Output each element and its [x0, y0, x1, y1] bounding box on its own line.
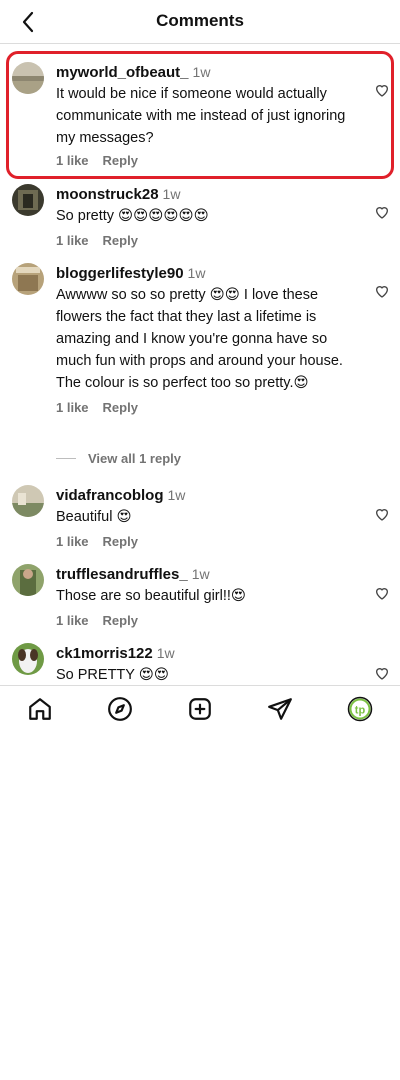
tab-home[interactable] [26, 695, 54, 723]
heart-icon[interactable] [374, 283, 390, 299]
comment-text: So PRETTY 😍😍 [56, 667, 169, 683]
view-replies-button[interactable]: View all 1 reply [56, 451, 181, 466]
avatar[interactable] [12, 62, 44, 94]
comment-time: 1w [162, 186, 181, 202]
like-count[interactable]: 1 like [56, 153, 89, 168]
reply-button[interactable]: Reply [103, 534, 138, 549]
heart-icon[interactable] [374, 585, 390, 601]
comment-username[interactable]: moonstruck28 [56, 186, 159, 203]
comment-text: Beautiful 😍 [56, 509, 132, 525]
comment-time: 1w [191, 566, 210, 582]
explore-icon [108, 696, 132, 721]
profile-avatar: tp [347, 696, 373, 721]
avatar[interactable] [12, 485, 44, 517]
heart-icon[interactable] [374, 506, 390, 522]
comment-username[interactable]: vidafrancoblog [56, 487, 164, 504]
avatar[interactable] [12, 184, 44, 216]
comment-text: So pretty 😍😍😍😍😍😍 [56, 208, 209, 224]
new-post-icon [189, 697, 211, 720]
reply-button[interactable]: Reply [103, 153, 138, 168]
tab-new-post[interactable] [186, 695, 214, 723]
direct-message-icon [268, 697, 292, 720]
comment-item: ck1morris122 1w So PRETTY 😍😍 [0, 643, 400, 685]
reply-button[interactable]: Reply [103, 233, 138, 248]
comment-time: 1w [167, 487, 186, 503]
comment-username[interactable]: bloggerlifestyle90 [56, 265, 184, 282]
heart-icon[interactable] [374, 665, 390, 681]
divider [56, 458, 76, 459]
comment-time: 1w [156, 645, 175, 661]
page-title: Comments [156, 11, 244, 30]
like-count[interactable]: 1 like [56, 400, 89, 415]
avatar[interactable] [12, 263, 44, 295]
comment-username[interactable]: ck1morris122 [56, 645, 153, 662]
avatar[interactable] [12, 643, 44, 675]
tab-profile[interactable]: tp [346, 695, 374, 723]
reply-button[interactable]: Reply [103, 613, 138, 628]
comment-text: Those are so beautiful girl!!😍 [56, 588, 247, 604]
view-replies-label: View all 1 reply [88, 451, 181, 466]
comment-text: Awwww so so so pretty 😍😍 I love these fl… [56, 287, 343, 391]
like-count[interactable]: 1 like [56, 613, 89, 628]
tab-direct-messages[interactable] [266, 695, 294, 723]
like-count[interactable]: 1 like [56, 534, 89, 549]
like-count[interactable]: 1 like [56, 233, 89, 248]
heart-icon[interactable] [374, 204, 390, 220]
header: Comments [0, 0, 400, 44]
heart-icon[interactable] [374, 82, 390, 98]
tab-explore[interactable] [106, 695, 134, 723]
home-icon [29, 697, 51, 720]
avatar[interactable] [12, 564, 44, 596]
reply-button[interactable]: Reply [103, 400, 138, 415]
bottom-tab-bar: tp [0, 685, 400, 731]
comment-text: It would be nice if someone would actual… [56, 86, 346, 146]
comment-time: 1w [192, 64, 211, 80]
comment-username[interactable]: myworld_ofbeaut_ [56, 64, 189, 81]
comment-time: 1w [187, 265, 206, 281]
profile-initials: tp [355, 704, 366, 716]
comment-username[interactable]: trufflesandruffles_ [56, 566, 188, 583]
